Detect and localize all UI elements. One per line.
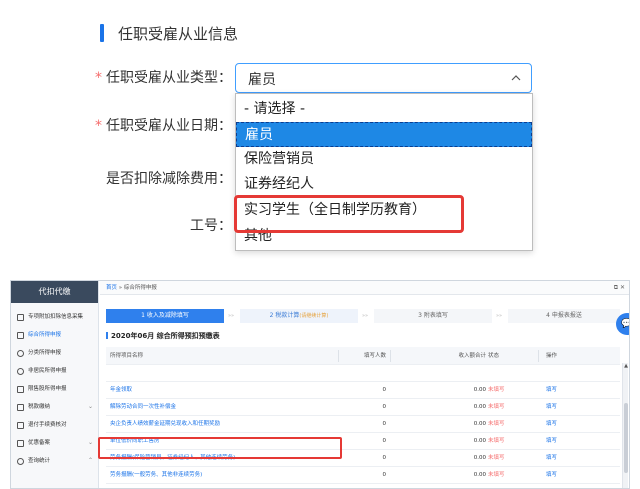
breadcrumb-home[interactable]: 首页 [106, 285, 117, 291]
intern-highlight-box [234, 195, 464, 233]
step-submit[interactable]: 4 申报表报送 [508, 309, 620, 323]
doc-icon [17, 421, 24, 429]
col-name: 所得项目名称 [110, 353, 144, 359]
sidebar-item-nonresident[interactable]: 非居民所得申报 [11, 361, 99, 381]
employee-id-label: 工号： [190, 218, 232, 234]
chat-icon[interactable]: 💬 [616, 313, 629, 335]
select-current-value: 雇员 [248, 72, 276, 88]
user-icon [17, 367, 24, 375]
table-row [106, 365, 620, 382]
folder-icon [17, 403, 24, 411]
fill-link[interactable]: 填写 [546, 467, 586, 484]
table-scrollbar[interactable]: ▲ [622, 363, 629, 488]
chevron-down-icon: ⌄ [87, 439, 93, 446]
table-row: 解除劳动合同一次性补偿金 0 0.00 未填写 填写 [106, 399, 620, 416]
page-heading: 2020年06月 综合所得预扣预缴表 [106, 331, 220, 341]
fill-link[interactable]: 填写 [546, 399, 586, 416]
list-icon [17, 313, 24, 321]
labor-row-highlight-box [98, 437, 342, 459]
required-mark: * [95, 118, 102, 134]
sidebar-item-preferential[interactable]: 优惠备案 ⌄ [11, 433, 99, 453]
employment-type-select[interactable]: 雇员 [235, 63, 532, 93]
employment-type-label: * 任职受雇从业类型： [95, 70, 232, 86]
step-bar: 1 收入及减除填写 »» 2 税款计算(请继续计算) »» 3 附表填写 »» … [106, 309, 620, 323]
employment-date-label: * 任职受雇从业日期： [95, 118, 232, 134]
option-insurance-agent[interactable]: 保险营销员 [236, 147, 532, 172]
search-icon [17, 457, 24, 465]
col-op: 操作 [546, 353, 558, 359]
window-controls[interactable]: ⧉ ✕ [614, 281, 625, 295]
breadcrumb: 首页 » 综合所得申报 ⧉ ✕ [100, 281, 629, 295]
sidebar-item-refund-check[interactable]: 退付手续费核对 [11, 415, 99, 435]
sidebar-item-comprehensive[interactable]: 综合所得申报 [11, 325, 99, 345]
employment-info-panel: 任职受雇从业信息 * 任职受雇从业类型： * 任职受雇从业日期： 是否扣除减除费用：… [64, 10, 576, 251]
breadcrumb-current: 综合所得申报 [123, 285, 157, 291]
chevron-down-icon: ⌄ [87, 403, 93, 410]
col-count: 填写人数 [363, 353, 386, 359]
scroll-thumb[interactable] [624, 403, 628, 473]
fill-link[interactable]: 填写 [546, 433, 586, 450]
required-mark: * [95, 70, 102, 86]
chevron-up-icon: ⌃ [87, 457, 93, 464]
fill-link[interactable]: 填写 [546, 382, 586, 399]
col-amount: 收入额合计 [458, 353, 486, 359]
step-separator: »» [496, 313, 503, 319]
section-title: 任职受雇从业信息 [118, 25, 239, 43]
section-accent-bar [100, 24, 104, 42]
sidebar-item-query[interactable]: 查询统计 ⌃ [11, 451, 99, 471]
option-securities-broker[interactable]: 证券经纪人 [236, 172, 532, 197]
scroll-up-icon[interactable]: ▲ [623, 363, 629, 369]
sidebar-item-classified[interactable]: 分类所得申报 [11, 343, 99, 363]
sidebar: 代扣代缴 专项附加扣除信息采集 综合所得申报 分类所得申报 非居民所得申报 限售… [11, 281, 99, 488]
layers-icon [17, 331, 24, 339]
clock-icon [17, 349, 24, 357]
table-header: 所得项目名称 填写人数 收入额合计 状态 操作 [106, 347, 620, 365]
chevron-up-icon [511, 75, 521, 81]
sidebar-item-restricted-stock[interactable]: 限售股所得申报 [11, 379, 99, 399]
step-separator: »» [362, 313, 369, 319]
table-row: 劳务报酬(一般劳务、其他非连续劳务) 0 0.00 未填写 填写 [106, 467, 620, 484]
step-separator: »» [228, 313, 235, 319]
table-row: 央企负责人绩效薪金延期兑现收入和任期奖励 0 0.00 未填写 填写 [106, 416, 620, 433]
fill-link[interactable]: 填写 [546, 450, 586, 467]
sidebar-title: 代扣代缴 [11, 281, 98, 303]
step-income[interactable]: 1 收入及减除填写 [106, 309, 224, 323]
fill-link[interactable]: 填写 [546, 416, 586, 433]
option-employee[interactable]: 雇员 [236, 122, 532, 147]
step-tax-calc[interactable]: 2 税款计算(请继续计算) [240, 309, 358, 323]
deduct-expense-label: 是否扣除减除费用： [106, 171, 232, 187]
option-please-select[interactable]: - 请选择 - [236, 97, 532, 122]
step-attachments[interactable]: 3 附表填写 [374, 309, 492, 323]
sidebar-item-tax-payment[interactable]: 税款缴纳 ⌄ [11, 397, 99, 417]
sidebar-item-special-deduction[interactable]: 专项附加扣除信息采集 [11, 307, 99, 327]
col-status: 状态 [488, 353, 500, 359]
file-icon [17, 439, 24, 447]
chart-icon [17, 385, 24, 393]
table-row: 年金领取 0 0.00 未填写 填写 [106, 382, 620, 399]
